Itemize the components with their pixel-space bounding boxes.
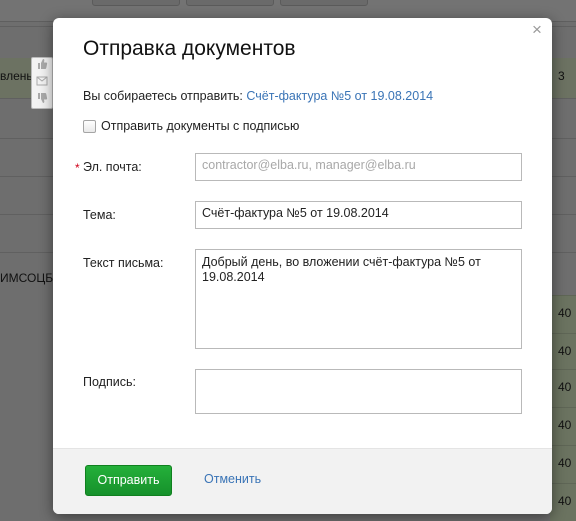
close-icon[interactable]: × bbox=[529, 21, 545, 38]
send-intro-label: Вы собираетесь отправить: bbox=[83, 89, 243, 103]
send-documents-dialog: × Отправка документов Вы собираетесь отп… bbox=[53, 18, 552, 514]
body-textarea[interactable]: Добрый день, во вложении счёт-фактура №5… bbox=[195, 249, 522, 349]
background-toolbar-button bbox=[280, 0, 368, 6]
background-number: 40 bbox=[558, 344, 572, 358]
background-toolbar-button bbox=[186, 0, 274, 6]
email-label: Эл. почта: bbox=[83, 160, 142, 174]
background-number: 40 bbox=[558, 418, 572, 432]
thumbs-down-icon[interactable] bbox=[32, 92, 52, 109]
cancel-button[interactable]: Отменить bbox=[204, 472, 261, 486]
sign-documents-option[interactable]: Отправить документы с подписью bbox=[83, 119, 299, 133]
background-number: 40 bbox=[558, 380, 572, 394]
signature-field[interactable] bbox=[195, 369, 522, 414]
background-toolbar-button bbox=[92, 0, 180, 6]
background-number: 40 bbox=[558, 494, 572, 508]
send-button[interactable]: Отправить bbox=[85, 465, 172, 496]
body-label: Текст письма: bbox=[83, 256, 164, 270]
document-link[interactable]: Счёт-фактура №5 от 19.08.2014 bbox=[246, 89, 433, 103]
required-marker: * bbox=[75, 161, 80, 175]
subject-field[interactable]: Счёт-фактура №5 от 19.08.2014 bbox=[195, 201, 522, 229]
sign-documents-checkbox[interactable] bbox=[83, 119, 96, 133]
background-number: 40 bbox=[558, 456, 572, 470]
thumbs-up-icon[interactable] bbox=[32, 58, 52, 75]
background-number: 3 bbox=[558, 69, 565, 83]
background-number: 40 bbox=[558, 306, 572, 320]
email-field[interactable]: contractor@elba.ru, manager@elba.ru bbox=[195, 153, 522, 181]
dialog-footer: Отправить Отменить bbox=[53, 448, 552, 514]
send-intro: Вы собираетесь отправить: Счёт-фактура №… bbox=[83, 89, 433, 103]
mail-icon[interactable] bbox=[32, 75, 52, 92]
sign-documents-label: Отправить документы с подписью bbox=[101, 119, 300, 133]
dialog-title: Отправка документов bbox=[83, 37, 296, 60]
signature-label: Подпись: bbox=[83, 375, 136, 389]
subject-label: Тема: bbox=[83, 208, 116, 222]
feedback-widget bbox=[31, 57, 53, 109]
background-row-label: ИМСОЦБ bbox=[0, 271, 54, 285]
